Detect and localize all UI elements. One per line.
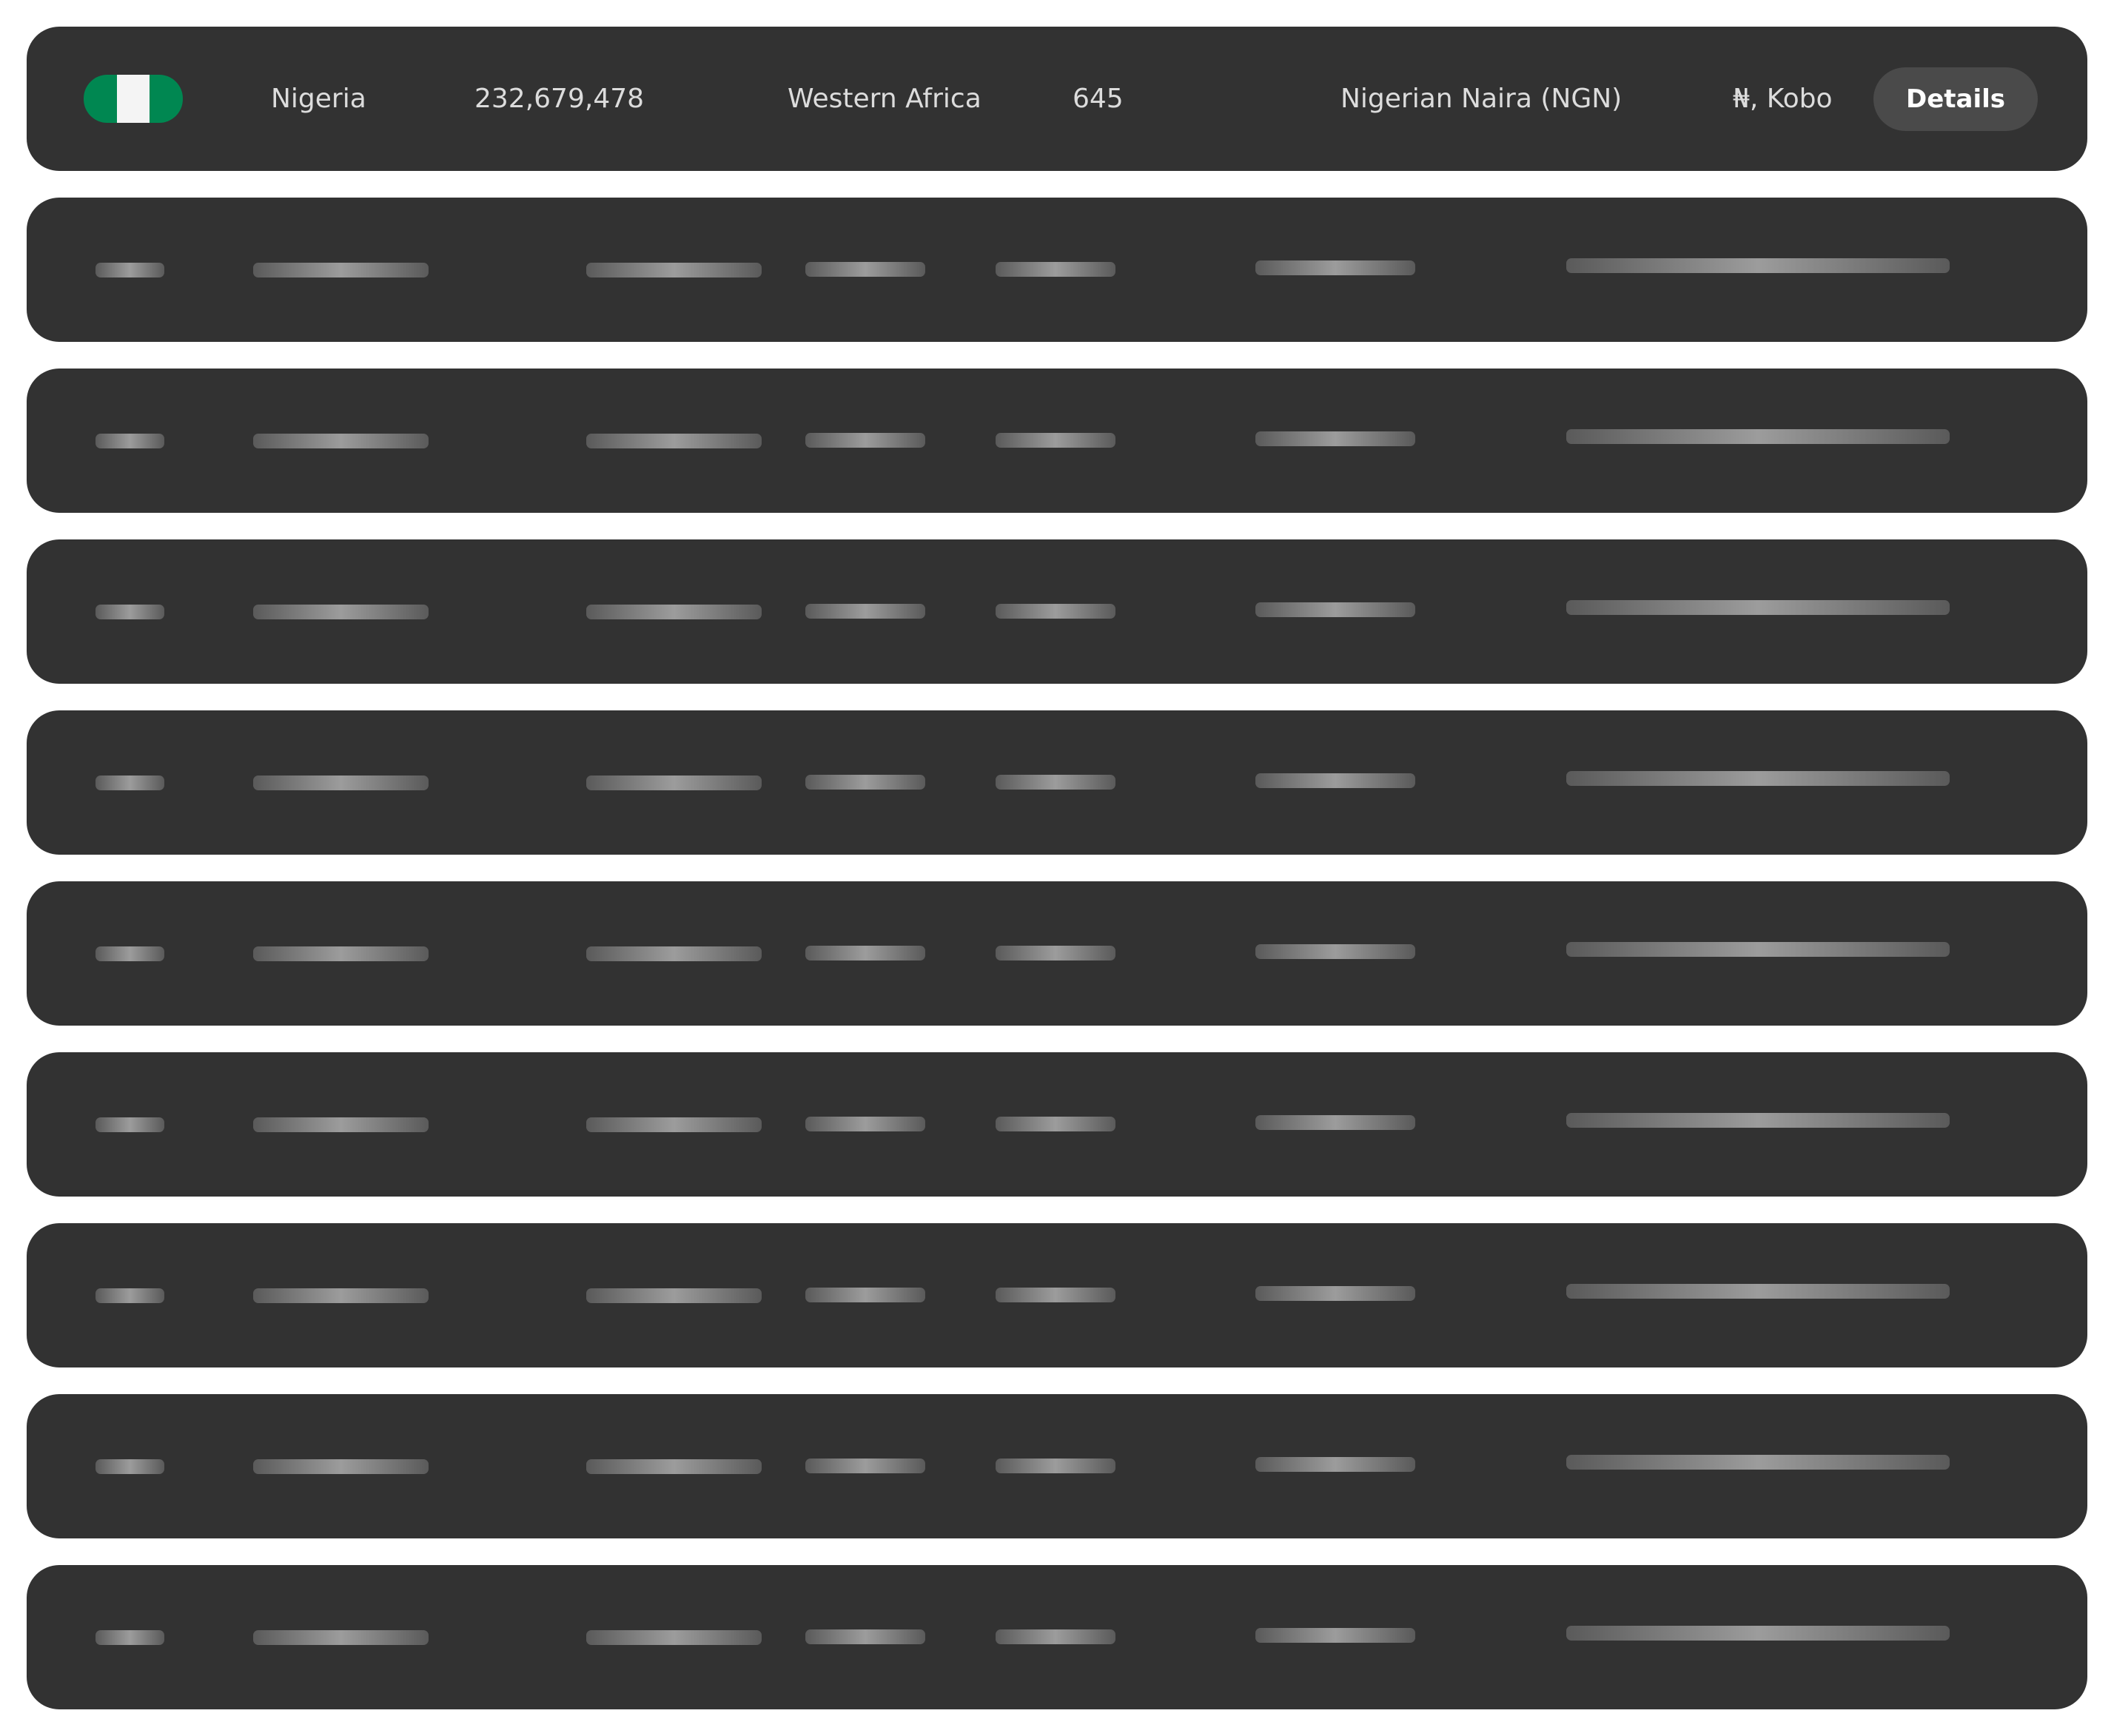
skeleton-symbol-placeholder <box>1566 1284 1950 1299</box>
skeleton-population-placeholder <box>586 776 762 790</box>
skeleton-area-placeholder <box>996 946 1115 960</box>
skeleton-area-placeholder <box>996 775 1115 790</box>
skeleton-row <box>27 1052 2087 1197</box>
skeleton-symbol-placeholder <box>1566 942 1950 957</box>
skeleton-area-placeholder <box>996 262 1115 277</box>
skeleton-name-placeholder <box>253 1288 429 1303</box>
skeleton-row <box>27 369 2087 513</box>
skeleton-region-placeholder <box>805 1459 925 1473</box>
skeleton-symbol-placeholder <box>1566 1626 1950 1641</box>
country-population: 232,679,478 <box>474 84 645 114</box>
skeleton-currency-placeholder <box>1255 1115 1415 1130</box>
skeleton-row <box>27 1223 2087 1367</box>
country-area: 645 <box>1073 84 1124 114</box>
skeleton-region-placeholder <box>805 775 925 790</box>
skeleton-name-placeholder <box>253 776 429 790</box>
skeleton-flag-placeholder <box>95 263 164 277</box>
skeleton-symbol-placeholder <box>1566 429 1950 444</box>
skeleton-population-placeholder <box>586 946 762 961</box>
skeleton-population-placeholder <box>586 1630 762 1645</box>
skeleton-currency-placeholder <box>1255 1628 1415 1643</box>
country-currency: Nigerian Naira (NGN) <box>1340 84 1623 114</box>
skeleton-population-placeholder <box>586 1288 762 1303</box>
skeleton-population-placeholder <box>586 1117 762 1132</box>
skeleton-symbol-placeholder <box>1566 771 1950 786</box>
skeleton-flag-placeholder <box>95 1630 164 1645</box>
skeleton-row <box>27 198 2087 342</box>
skeleton-row <box>27 881 2087 1026</box>
skeleton-area-placeholder <box>996 1117 1115 1131</box>
skeleton-region-placeholder <box>805 946 925 960</box>
skeleton-name-placeholder <box>253 605 429 619</box>
skeleton-population-placeholder <box>586 605 762 619</box>
flag-stripe-right <box>150 75 183 123</box>
skeleton-row <box>27 1394 2087 1538</box>
skeleton-region-placeholder <box>805 1117 925 1131</box>
skeleton-name-placeholder <box>253 263 429 277</box>
skeleton-currency-placeholder <box>1255 431 1415 446</box>
skeleton-flag-placeholder <box>95 1288 164 1303</box>
skeleton-name-placeholder <box>253 1459 429 1474</box>
skeleton-symbol-placeholder <box>1566 258 1950 273</box>
skeleton-name-placeholder <box>253 1630 429 1645</box>
skeleton-currency-placeholder <box>1255 1286 1415 1301</box>
skeleton-region-placeholder <box>805 604 925 619</box>
skeleton-row <box>27 539 2087 684</box>
skeleton-symbol-placeholder <box>1566 600 1950 615</box>
skeleton-currency-placeholder <box>1255 773 1415 788</box>
skeleton-population-placeholder <box>586 263 762 277</box>
skeleton-flag-placeholder <box>95 1459 164 1474</box>
skeleton-symbol-placeholder <box>1566 1455 1950 1470</box>
country-currency-symbol: ₦, Kobo <box>1733 84 1833 114</box>
flag-stripe-middle <box>116 75 150 123</box>
skeleton-name-placeholder <box>253 1117 429 1132</box>
skeleton-population-placeholder <box>586 434 762 448</box>
details-button[interactable]: Details <box>1873 67 2038 131</box>
skeleton-area-placeholder <box>996 1288 1115 1302</box>
skeleton-flag-placeholder <box>95 776 164 790</box>
skeleton-symbol-placeholder <box>1566 1113 1950 1128</box>
skeleton-population-placeholder <box>586 1459 762 1474</box>
skeleton-area-placeholder <box>996 1629 1115 1644</box>
skeleton-region-placeholder <box>805 1288 925 1302</box>
skeleton-flag-placeholder <box>95 434 164 448</box>
country-name: Nigeria <box>271 84 366 114</box>
skeleton-currency-placeholder <box>1255 1457 1415 1472</box>
nigeria-flag-icon <box>84 75 183 123</box>
skeleton-flag-placeholder <box>95 605 164 619</box>
skeleton-flag-placeholder <box>95 946 164 961</box>
skeleton-row <box>27 1565 2087 1709</box>
skeleton-area-placeholder <box>996 1459 1115 1473</box>
skeleton-currency-placeholder <box>1255 602 1415 617</box>
skeleton-name-placeholder <box>253 434 429 448</box>
country-row: Nigeria 232,679,478 Western Africa 645 N… <box>27 27 2087 171</box>
skeleton-row <box>27 710 2087 855</box>
skeleton-area-placeholder <box>996 604 1115 619</box>
skeleton-region-placeholder <box>805 1629 925 1644</box>
skeleton-flag-placeholder <box>95 1117 164 1132</box>
country-region: Western Africa <box>788 84 982 114</box>
skeleton-currency-placeholder <box>1255 260 1415 275</box>
skeleton-region-placeholder <box>805 262 925 277</box>
skeleton-region-placeholder <box>805 433 925 448</box>
skeleton-name-placeholder <box>253 946 429 961</box>
skeleton-area-placeholder <box>996 433 1115 448</box>
skeleton-currency-placeholder <box>1255 944 1415 959</box>
flag-stripe-left <box>84 75 117 123</box>
